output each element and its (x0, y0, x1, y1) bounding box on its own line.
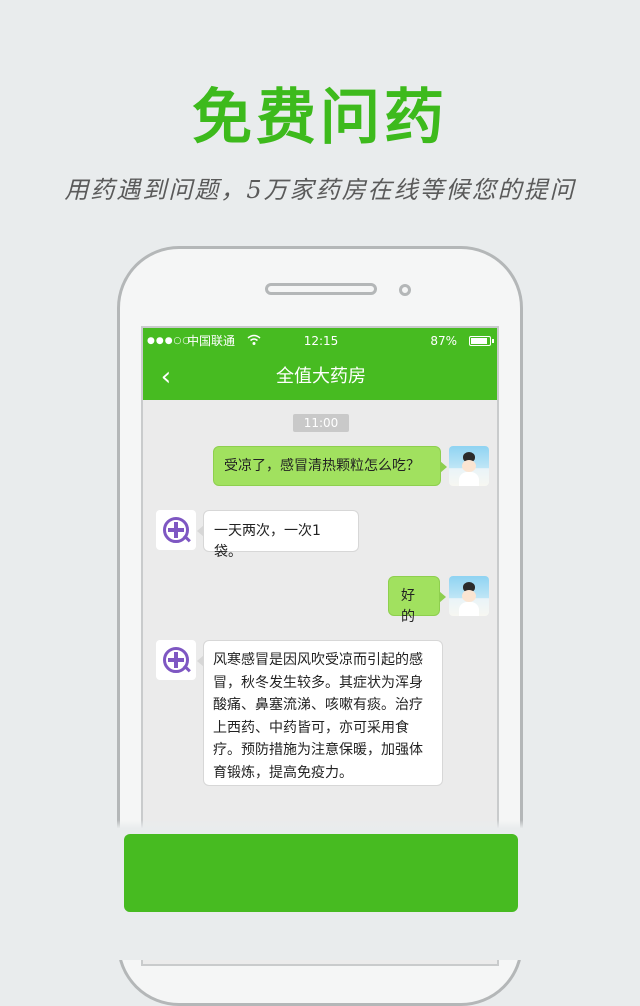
battery-level (471, 338, 487, 344)
promo-subline: 用药遇到问题，5万家药房在线等候您的提问 (64, 176, 576, 204)
pharmacy-avatar[interactable] (156, 640, 196, 680)
chat-title: 全值大药房 (276, 366, 366, 387)
pharmacy-avatar[interactable] (156, 510, 196, 550)
battery-icon (469, 336, 491, 346)
user-avatar[interactable] (449, 446, 489, 486)
nav-bar: ‹ 全值大药房 (143, 354, 497, 400)
phone-speaker (265, 283, 377, 295)
message-bubble-outgoing[interactable]: 好的 (388, 576, 446, 625)
message-bubble-incoming[interactable]: 一天两次，一次1袋。 (197, 510, 359, 560)
status-bar: ●●●○○ 中国联通 12:15 87% (143, 328, 497, 354)
message-bubble-incoming[interactable]: 风寒感冒是因风吹受凉而引起的感冒，秋冬发生较多。其症状为浑身酸痛、鼻塞流涕、咳嗽… (197, 640, 443, 786)
promo-headline: 免费问药 (192, 83, 448, 153)
chat-timestamp: 11:00 (293, 414, 349, 432)
battery-percent: 87% (430, 334, 457, 348)
phone-camera (399, 284, 411, 296)
user-avatar[interactable] (449, 576, 489, 616)
battery-tip (492, 339, 494, 343)
message-bubble-outgoing[interactable]: 受凉了，感冒清热颗粒怎么吃？ (213, 446, 447, 486)
cta-button[interactable] (124, 834, 518, 912)
